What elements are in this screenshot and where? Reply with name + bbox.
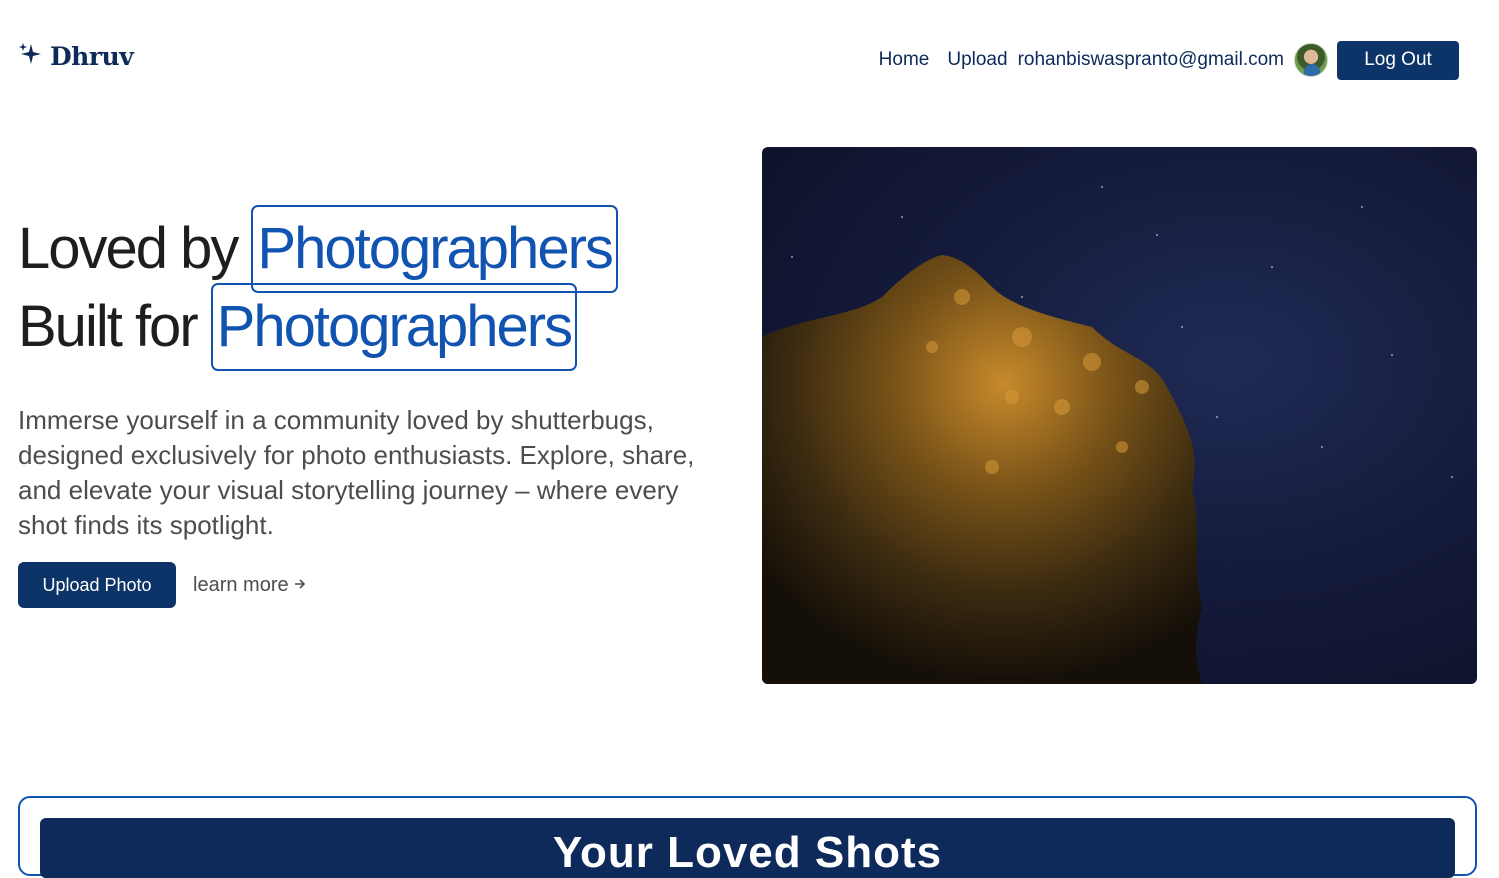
headline-prefix-1: Loved by: [18, 216, 239, 281]
hero-text: Loved by Photographers Built for Photogr…: [18, 205, 738, 371]
learn-more-label: learn more: [193, 573, 289, 596]
arrow-right-icon: [293, 574, 307, 597]
nav-home-link[interactable]: Home: [879, 49, 930, 71]
headline-line-2: Built for Photographers: [18, 283, 738, 371]
headline-prefix-2: Built for: [18, 294, 199, 359]
sparkle-icon: [18, 40, 42, 72]
learn-more-link[interactable]: learn more: [193, 574, 307, 597]
section-banner: Your Loved Shots: [40, 818, 1455, 878]
headline-line-1: Loved by Photographers: [18, 205, 738, 293]
hero-headline: Loved by Photographers Built for Photogr…: [18, 205, 738, 371]
hero-cta-row: Upload Photo learn more: [18, 562, 307, 608]
nav-links: Home Upload rohanbiswaspranto@gmail.com …: [879, 40, 1459, 80]
hero-photo-night-tree: [762, 147, 1477, 684]
user-email: rohanbiswaspranto@gmail.com: [1017, 49, 1284, 70]
top-navbar: Dhruv Home Upload rohanbiswaspranto@gmai…: [0, 0, 1499, 120]
upload-photo-button[interactable]: Upload Photo: [18, 562, 176, 608]
brand-name: Dhruv: [50, 41, 134, 71]
brand-logo[interactable]: Dhruv: [18, 40, 134, 72]
avatar[interactable]: [1294, 43, 1328, 77]
section-title: Your Loved Shots: [552, 828, 943, 877]
headline-highlight-1: Photographers: [251, 205, 618, 293]
logout-button[interactable]: Log Out: [1337, 40, 1459, 80]
nav-upload-link[interactable]: Upload: [947, 49, 1007, 71]
headline-highlight-2: Photographers: [210, 283, 578, 371]
hero-description: Immerse yourself in a community loved by…: [18, 405, 695, 540]
